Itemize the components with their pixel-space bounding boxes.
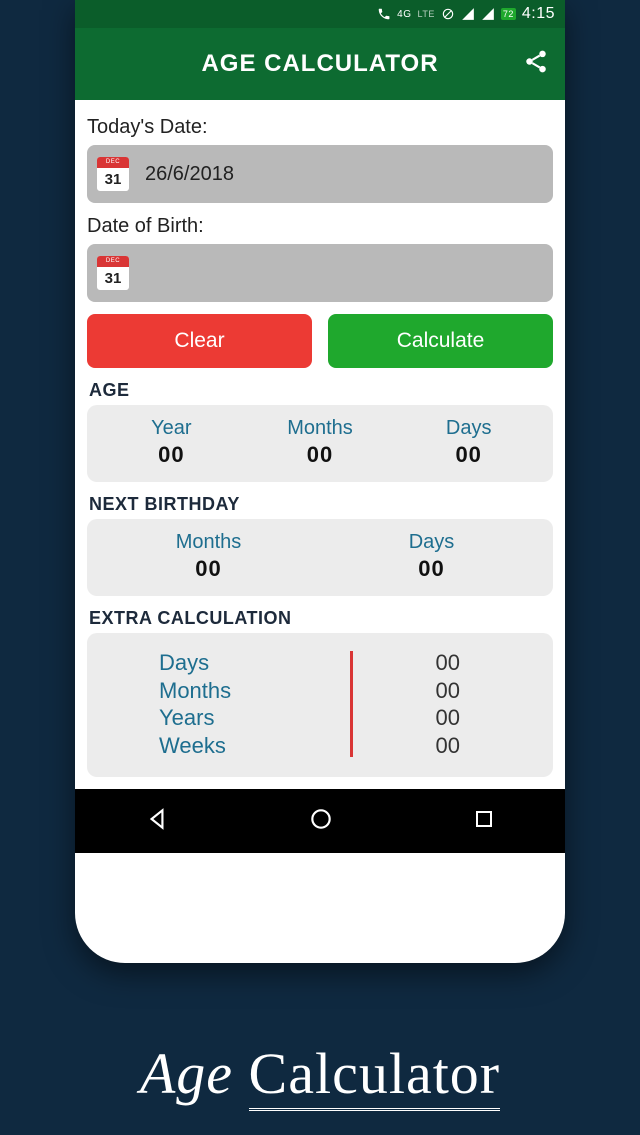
extra-months-label: Months (159, 677, 350, 705)
app-title: AGE CALCULATOR (201, 50, 438, 78)
clock: 4:15 (522, 5, 555, 23)
call-icon (377, 7, 391, 21)
extra-weeks-label: Weeks (159, 732, 350, 760)
age-months-value: 00 (246, 442, 395, 468)
age-year-col: Year 00 (97, 417, 246, 468)
next-birthday-title: NEXT BIRTHDAY (89, 494, 553, 515)
age-panel: Year 00 Months 00 Days 00 (87, 405, 553, 482)
network-lte: LTE (418, 9, 435, 19)
android-nav-bar (75, 789, 565, 853)
extra-months-value: 00 (353, 677, 544, 705)
signal-icon-2 (481, 7, 495, 21)
button-row: Clear Calculate (87, 314, 553, 368)
calendar-icon: DEC 31 (97, 157, 129, 191)
age-year-label: Year (97, 417, 246, 440)
extra-calc-panel: Days Months Years Weeks 00 00 00 00 (87, 633, 553, 777)
today-date-label: Today's Date: (87, 116, 553, 139)
extra-years-value: 00 (353, 704, 544, 732)
calculate-button[interactable]: Calculate (328, 314, 553, 368)
next-birthday-panel: Months 00 Days 00 (87, 519, 553, 596)
no-data-icon (441, 7, 455, 21)
phone-frame: 4G LTE 72 4:15 AGE CALCULATOR Today's Da… (75, 0, 565, 963)
extra-values: 00 00 00 00 (353, 649, 544, 759)
next-days-col: Days 00 (320, 531, 543, 582)
app-bar: AGE CALCULATOR (75, 28, 565, 100)
extra-days-label: Days (159, 649, 350, 677)
network-4g: 4G (397, 9, 411, 20)
next-days-label: Days (320, 531, 543, 554)
back-button[interactable] (144, 806, 170, 837)
content-area: Today's Date: DEC 31 26/6/2018 Date of B… (75, 100, 565, 777)
phone-chin (75, 853, 565, 963)
extra-calc-title: EXTRA CALCULATION (89, 608, 553, 629)
dob-label: Date of Birth: (87, 215, 553, 238)
status-bar: 4G LTE 72 4:15 (75, 0, 565, 28)
extra-weeks-value: 00 (353, 732, 544, 760)
signal-icon-1 (461, 7, 475, 21)
battery-icon: 72 (501, 8, 516, 20)
next-months-col: Months 00 (97, 531, 320, 582)
caption-word-1: Age (140, 1041, 233, 1106)
promo-caption: Age Calculator (0, 1040, 640, 1107)
today-date-input[interactable]: DEC 31 26/6/2018 (87, 145, 553, 203)
dob-input[interactable]: DEC 31 (87, 244, 553, 302)
home-button[interactable] (308, 806, 334, 837)
extra-days-value: 00 (353, 649, 544, 677)
age-year-value: 00 (97, 442, 246, 468)
extra-years-label: Years (159, 704, 350, 732)
extra-labels: Days Months Years Weeks (97, 649, 350, 759)
age-days-label: Days (394, 417, 543, 440)
age-months-label: Months (246, 417, 395, 440)
caption-word-2: Calculator (249, 1041, 501, 1111)
age-months-col: Months 00 (246, 417, 395, 468)
age-section-title: AGE (89, 380, 553, 401)
today-date-value: 26/6/2018 (145, 163, 234, 186)
next-months-value: 00 (97, 556, 320, 582)
calendar-icon: DEC 31 (97, 256, 129, 290)
next-days-value: 00 (320, 556, 543, 582)
recent-apps-button[interactable] (472, 807, 496, 836)
clear-button[interactable]: Clear (87, 314, 312, 368)
age-days-value: 00 (394, 442, 543, 468)
share-button[interactable] (523, 49, 549, 80)
next-months-label: Months (97, 531, 320, 554)
age-days-col: Days 00 (394, 417, 543, 468)
